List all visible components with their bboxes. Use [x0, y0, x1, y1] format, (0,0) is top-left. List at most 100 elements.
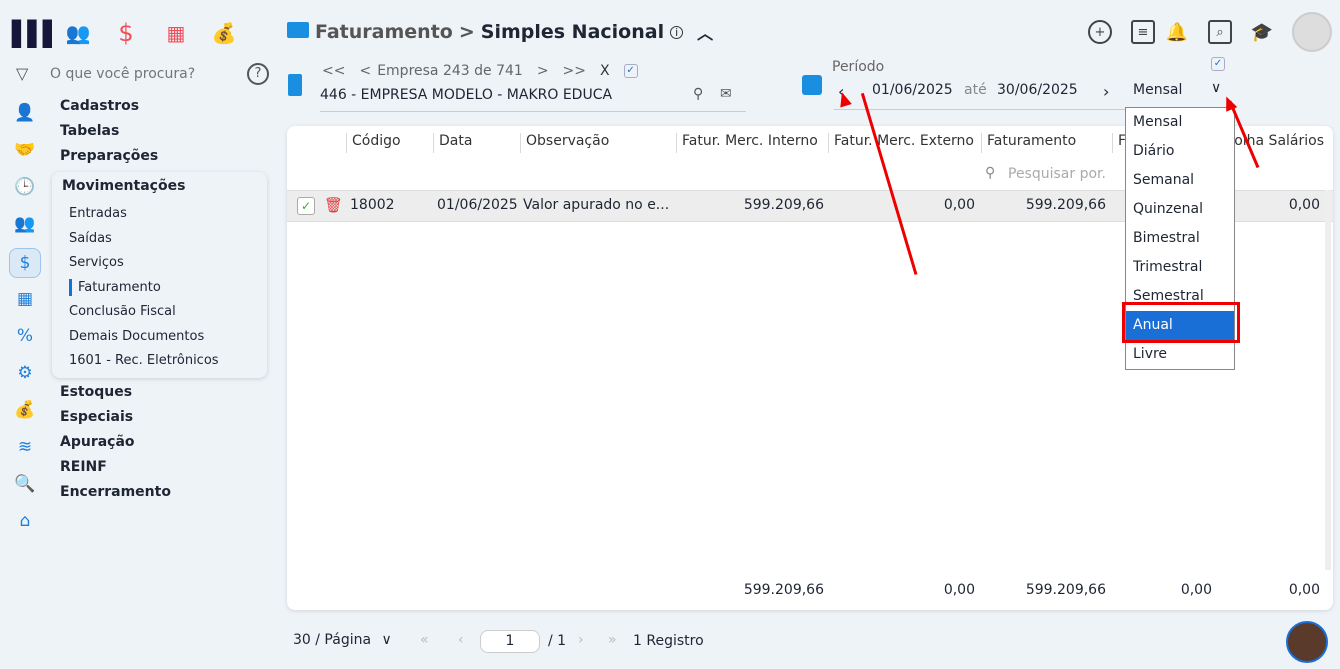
- users-icon[interactable]: 👥: [12, 211, 38, 237]
- option-diario[interactable]: Diário: [1126, 137, 1234, 166]
- submenu-servicos[interactable]: Serviços: [69, 255, 124, 270]
- mail-icon[interactable]: ✉: [720, 86, 732, 102]
- submenu-entradas[interactable]: Entradas: [69, 206, 127, 221]
- period-mode-select[interactable]: Mensal: [1133, 82, 1182, 98]
- info-icon[interactable]: i: [670, 25, 684, 39]
- header-observacao[interactable]: Observação: [520, 133, 676, 153]
- graduation-cap-icon[interactable]: 🎓: [1250, 20, 1274, 44]
- header-codigo[interactable]: Código: [346, 133, 433, 153]
- chevron-down-icon[interactable]: ∨: [1211, 80, 1221, 96]
- per-page-value: 30 / Página: [293, 632, 372, 648]
- page-input[interactable]: 1: [480, 630, 540, 653]
- search-icon[interactable]: 🔍: [12, 471, 38, 497]
- user-settings-icon[interactable]: 👤: [12, 100, 38, 126]
- user-avatar[interactable]: [1292, 12, 1332, 52]
- money-bag-icon[interactable]: 💰: [206, 18, 242, 48]
- record-count: 1 Registro: [633, 633, 704, 649]
- empresa-field[interactable]: 446 - EMPRESA MODELO - MAKRO EDUCA ⚲ ✉: [320, 84, 746, 112]
- end-date-input[interactable]: 30/06/2025: [997, 82, 1078, 98]
- document-icon[interactable]: ≡: [1131, 20, 1155, 44]
- bell-icon[interactable]: 🔔: [1165, 20, 1189, 44]
- handshake-icon[interactable]: 🤝: [12, 137, 38, 163]
- dollar-circle-icon[interactable]: $: [9, 248, 41, 278]
- total-fatur-externo: 0,00: [943, 582, 975, 598]
- first-page-button[interactable]: «: [420, 632, 429, 648]
- row-checkbox[interactable]: ✓: [297, 197, 315, 215]
- header-fatur-interno[interactable]: Fatur. Merc. Interno: [676, 133, 828, 153]
- option-mensal[interactable]: Mensal: [1126, 108, 1234, 137]
- last-empresa-button[interactable]: >>: [563, 63, 586, 79]
- periodo-label: Período: [832, 59, 885, 75]
- header-data[interactable]: Data: [433, 133, 520, 153]
- dollar-icon[interactable]: $: [108, 18, 144, 48]
- option-bimestral[interactable]: Bimestral: [1126, 224, 1234, 253]
- header-fatur-externo[interactable]: Fatur. Merc. Externo: [828, 133, 981, 153]
- submenu-conclusao-fiscal[interactable]: Conclusão Fiscal: [69, 304, 176, 319]
- money-bag-icon[interactable]: 💰: [12, 397, 38, 423]
- table-search-input[interactable]: Pesquisar por.: [1008, 166, 1106, 182]
- next-empresa-button[interactable]: >: [537, 63, 549, 79]
- date-separator: até: [964, 82, 987, 98]
- add-icon[interactable]: +: [1088, 20, 1112, 44]
- gear-icon[interactable]: ⚙: [12, 360, 38, 386]
- option-livre[interactable]: Livre: [1126, 340, 1234, 369]
- empresa-checkbox[interactable]: ✓: [623, 64, 638, 78]
- trash-icon[interactable]: 🗑: [324, 196, 343, 214]
- filter-icon[interactable]: ▽: [16, 64, 28, 83]
- clear-empresa-button[interactable]: X: [600, 63, 610, 79]
- header-faturamento[interactable]: Faturamento: [981, 133, 1112, 153]
- monitor-icon: [287, 22, 309, 38]
- scrollbar[interactable]: [1325, 190, 1331, 570]
- periodo-checkbox[interactable]: ✓: [1211, 57, 1225, 71]
- menu-estoques[interactable]: Estoques: [60, 384, 132, 400]
- next-period-button[interactable]: ›: [1103, 82, 1109, 101]
- per-page-select[interactable]: 30 / Página ∨: [293, 632, 392, 648]
- breadcrumb-parent[interactable]: Faturamento: [315, 21, 453, 43]
- prev-empresa-button[interactable]: <: [359, 63, 371, 79]
- option-trimestral[interactable]: Trimestral: [1126, 253, 1234, 282]
- menu-movimentacoes[interactable]: Movimentações: [62, 178, 185, 194]
- calculator-icon[interactable]: ▦: [158, 18, 194, 48]
- menu-reinf[interactable]: REINF: [60, 459, 107, 475]
- submenu-saidas[interactable]: Saídas: [69, 231, 112, 246]
- calculator-icon[interactable]: ▦: [12, 286, 38, 312]
- clock-icon[interactable]: 🕒: [12, 174, 38, 200]
- people-icon[interactable]: 👥: [60, 18, 96, 48]
- report-search-icon[interactable]: ⌕: [1208, 20, 1232, 44]
- help-icon[interactable]: ?: [247, 63, 269, 85]
- search-icon[interactable]: ⚲: [693, 86, 703, 102]
- menu-cadastros[interactable]: Cadastros: [60, 98, 139, 114]
- page-title: Simples Nacional: [480, 21, 665, 43]
- percent-icon[interactable]: %: [12, 323, 38, 349]
- submenu-faturamento[interactable]: Faturamento: [78, 280, 161, 295]
- first-empresa-button[interactable]: <<: [322, 63, 345, 79]
- highlight-box: [1122, 302, 1240, 343]
- chevron-up-icon[interactable]: ︿: [697, 20, 713, 44]
- next-page-button[interactable]: ›: [578, 632, 584, 648]
- submenu-rec-eletronicos[interactable]: 1601 - Rec. Eletrônicos: [69, 353, 219, 368]
- home-icon[interactable]: ⌂: [12, 508, 38, 534]
- menu-tabelas[interactable]: Tabelas: [60, 123, 119, 139]
- app-logo[interactable]: ▌▌▌: [12, 20, 61, 48]
- menu-apuracao[interactable]: Apuração: [60, 434, 135, 450]
- total-faturamento: 599.209,66: [1025, 582, 1106, 598]
- last-page-button[interactable]: »: [608, 632, 617, 648]
- menu-especiais[interactable]: Especiais: [60, 409, 133, 425]
- calendar-icon: [802, 75, 822, 95]
- cell-data: 01/06/2025: [437, 197, 518, 213]
- start-date-input[interactable]: 01/06/2025: [872, 82, 953, 98]
- option-quinzenal[interactable]: Quinzenal: [1126, 195, 1234, 224]
- search-input[interactable]: [50, 62, 240, 86]
- layers-icon[interactable]: ≋: [12, 434, 38, 460]
- prev-page-button[interactable]: ‹: [458, 632, 464, 648]
- chevron-down-icon: ∨: [381, 632, 392, 648]
- submenu-demais-documentos[interactable]: Demais Documentos: [69, 329, 204, 344]
- movimentacoes-panel: [52, 172, 267, 378]
- assistant-avatar[interactable]: [1286, 621, 1328, 663]
- building-icon: [288, 74, 302, 96]
- empresa-value: 446 - EMPRESA MODELO - MAKRO EDUCA: [320, 87, 613, 103]
- cell-fatur-interno: 599.209,66: [743, 197, 824, 213]
- option-semanal[interactable]: Semanal: [1126, 166, 1234, 195]
- menu-preparacoes[interactable]: Preparações: [60, 148, 158, 164]
- menu-encerramento[interactable]: Encerramento: [60, 484, 171, 500]
